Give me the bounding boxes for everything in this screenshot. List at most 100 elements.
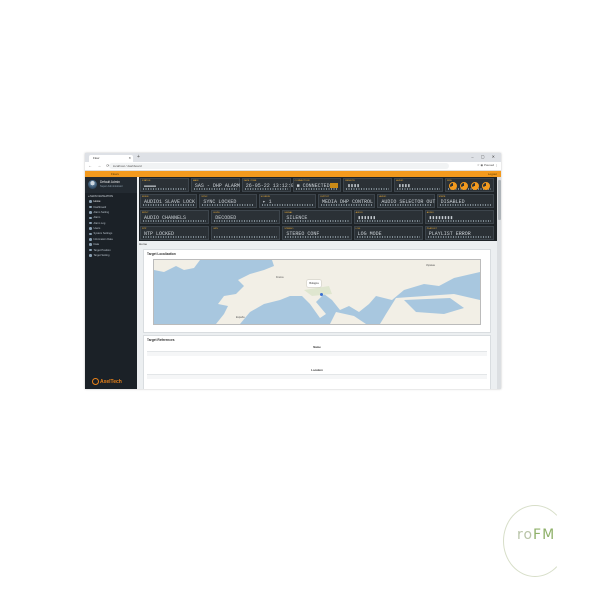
cell-label: SIGNAL	[284, 211, 293, 214]
level-meter	[261, 204, 313, 206]
dashboard-cell: AUDIO ▮▮▮▮▮▮▮▮	[424, 210, 494, 224]
status-led	[330, 183, 339, 188]
scrollbar-thumb[interactable]	[497, 180, 501, 220]
main-area: STATUS ▬▬▬▬ MAIN SAS - DHP ALARM DATE / TIME…	[137, 177, 501, 389]
status-dashboard: STATUS ▬▬▬▬ MAIN SAS - DHP ALARM DATE / TIME…	[139, 177, 499, 241]
tab-title: Flow	[93, 156, 100, 160]
watermark-text: roFM	[517, 527, 555, 543]
level-meter	[285, 220, 349, 222]
sidebar-item-label: Users	[93, 227, 101, 231]
dashboard-cell: GPS	[211, 226, 281, 240]
table-row	[147, 351, 487, 356]
dashboard-row: INPUT AUDIO CHANNELS LEVEL DECODED SIGNAL SIL…	[139, 209, 499, 225]
app-content: Default Admin Super Administrator ≡ MAIN…	[85, 177, 501, 389]
target-localization-panel: Target Localization Bologna France Españ…	[143, 249, 491, 333]
table-row	[147, 374, 487, 379]
address-bar: ← → ⟳ localhost / dashboard ☆ ◉ Paused ⋮	[85, 162, 501, 171]
dashboard-cell: AUDIO AUDIO SELECTOR OUT	[377, 194, 435, 208]
menu-dot-icon	[89, 200, 92, 203]
sidebar-item-label: System Settings	[93, 232, 113, 236]
user-profile: Default Admin Super Administrator	[85, 177, 137, 193]
sidebar-item-label: Dashboard	[93, 205, 107, 209]
menu-dot-icon	[89, 254, 92, 257]
cell-label: INPUT	[142, 211, 149, 214]
dashboard-cell: NTP NTP LOCKED	[140, 226, 210, 240]
level-meter	[244, 188, 288, 190]
menu-dot-icon	[89, 205, 92, 209]
cell-label: REMOTE	[345, 179, 355, 182]
sidebar-item-label: Target Setting	[93, 253, 110, 257]
level-meter	[397, 188, 441, 190]
dashboard-cell: MODE AUDIO1 SLAVE LOCK	[140, 194, 198, 208]
tab-bar: Flow ✕ + – ▢ ✕	[85, 153, 501, 162]
cell-label: NTP	[142, 227, 147, 230]
level-meter	[143, 220, 207, 222]
map-marker-label[interactable]: Bologna	[307, 280, 321, 287]
level-meter	[295, 188, 339, 190]
menu-dot-icon	[89, 227, 92, 230]
cell-label: MAIN	[192, 179, 199, 182]
cell-label: AUDIO	[426, 211, 434, 214]
cell-label: SYNC	[201, 195, 208, 198]
panel-title: Target Localization	[147, 252, 176, 256]
dashboard-cell: AUDIO ▮▮▮▮▮▮	[353, 210, 423, 224]
profm-watermark: roFM	[495, 503, 567, 578]
level-meter	[214, 236, 278, 238]
browser-window: Flow ✕ + – ▢ ✕ ← → ⟳ localhost / dashboa…	[85, 153, 501, 389]
level-meter	[143, 236, 207, 238]
dashboard-row: NTP NTP LOCKED GPS STEREO STEREO CONF LOG LOG …	[139, 225, 499, 241]
column-header-name[interactable]: Name	[144, 345, 490, 349]
new-tab-button[interactable]: +	[137, 154, 140, 160]
column-header-location[interactable]: Location	[144, 368, 490, 372]
logo-text: AxelTech	[100, 378, 122, 385]
dashboard-cell: STATUS ▬▬▬▬	[140, 178, 189, 192]
logo-icon	[92, 378, 99, 385]
level-meter	[214, 220, 278, 222]
level-meter	[321, 204, 373, 206]
map-pin-icon[interactable]	[320, 293, 323, 296]
dashboard-cell: SOURCE ▸ 1	[258, 194, 316, 208]
sidebar-item-label: Home	[93, 200, 101, 204]
dashboard-cell: RDS	[445, 178, 494, 192]
browser-tab[interactable]: Flow ✕	[89, 155, 133, 162]
level-meter	[143, 204, 195, 206]
sidebar-item[interactable]: Target Setting	[85, 253, 137, 258]
dashboard-cell: CONNECTION ■ CONNECTED	[292, 178, 342, 192]
sidebar-item-label: Information Data	[93, 237, 113, 241]
dashboard-cell: AUDIO ▮▮▮▮	[394, 178, 444, 192]
dashboard-cell: SIGNAL SILENCE	[282, 210, 352, 224]
watermark-text-b: FM	[533, 527, 556, 543]
dashboard-cell: SYNC SYNC LOCKED	[199, 194, 257, 208]
cell-label: GPS	[213, 227, 218, 230]
level-meter	[380, 204, 432, 206]
sidebar-item-label: Data	[93, 243, 99, 247]
level-meter	[202, 204, 254, 206]
dashboard-cell: PLAYLIST PLAYLIST ERROR	[424, 226, 494, 240]
browser-actions[interactable]: ☆ ◉ Paused ⋮	[477, 163, 498, 167]
map-land-shapes	[154, 260, 480, 324]
level-meter	[285, 236, 349, 238]
dashboard-cell: STEREO STEREO CONF	[282, 226, 352, 240]
close-icon[interactable]: ✕	[128, 155, 131, 162]
map[interactable]: Bologna France España Україна	[153, 259, 481, 325]
map-label-spain: España	[236, 316, 245, 319]
window-controls[interactable]: – ▢ ✕	[471, 154, 498, 159]
cell-label: STATUS	[142, 179, 151, 182]
breadcrumb[interactable]: Home	[139, 242, 147, 246]
menu-dot-icon	[89, 248, 92, 252]
menu-dot-icon	[89, 232, 92, 236]
cell-label: PLAYLIST	[426, 227, 437, 230]
scrollbar[interactable]	[497, 177, 501, 389]
cell-label: AUDIO	[396, 179, 404, 182]
level-meter	[356, 236, 420, 238]
sidebar-item-label: Alarm Log	[93, 221, 106, 225]
dashboard-cell: DATE / TIME 26-05-22 13:12:09	[241, 178, 297, 192]
level-meter	[427, 220, 491, 222]
cell-label: LOG	[355, 227, 361, 230]
dashboard-cell: STATE DISABLED	[436, 194, 494, 208]
map-label-ukraine: Україна	[426, 264, 435, 267]
url-input[interactable]: localhost / dashboard	[109, 163, 449, 169]
watermark-text-a: ro	[517, 527, 534, 543]
cell-label: LEVEL	[213, 211, 220, 214]
cell-label: STEREO	[284, 227, 294, 230]
